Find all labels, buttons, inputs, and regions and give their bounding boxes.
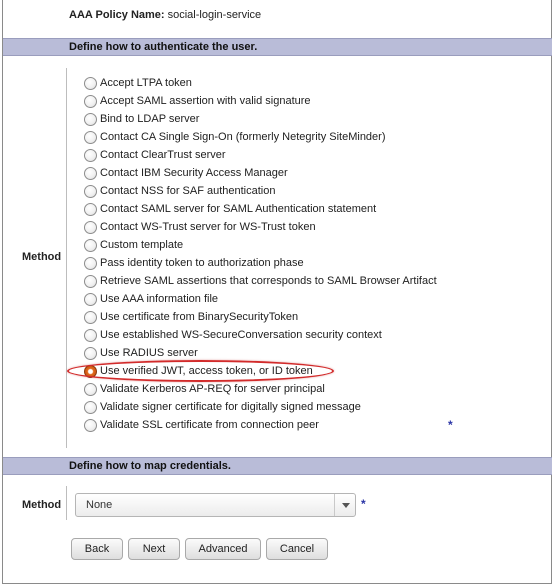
advanced-button[interactable]: Advanced <box>185 538 261 560</box>
radio-button[interactable] <box>84 328 97 342</box>
auth-method-option[interactable]: Validate Kerberos AP-REQ for server prin… <box>84 380 437 398</box>
radio-button[interactable] <box>84 256 97 270</box>
auth-method-option-label: Contact ClearTrust server <box>100 149 226 161</box>
section-map-credentials-title: Define how to map credentials. <box>69 460 231 472</box>
auth-method-option-label: Bind to LDAP server <box>100 113 200 125</box>
radio-button[interactable] <box>84 166 97 180</box>
auth-method-option-label: Validate signer certificate for digitall… <box>100 401 361 413</box>
auth-method-option-label: Contact WS-Trust server for WS-Trust tok… <box>100 221 316 233</box>
radio-button[interactable] <box>84 202 97 216</box>
auth-method-option-label: Contact NSS for SAF authentication <box>100 185 276 197</box>
auth-method-option[interactable]: Contact CA Single Sign-On (formerly Nete… <box>84 128 437 146</box>
map-method-select[interactable]: None <box>75 493 356 517</box>
radio-button[interactable] <box>84 274 97 288</box>
radio-button[interactable] <box>84 76 97 90</box>
auth-method-option-label: Custom template <box>100 239 184 251</box>
radio-button[interactable] <box>84 310 97 324</box>
auth-method-option[interactable]: Use AAA information file <box>84 290 437 308</box>
auth-method-option-label: Validate Kerberos AP-REQ for server prin… <box>100 383 325 395</box>
radio-button[interactable] <box>84 238 97 252</box>
radio-button[interactable] <box>84 184 97 198</box>
auth-method-option-label: Accept SAML assertion with valid signatu… <box>100 95 311 107</box>
radio-button[interactable] <box>84 148 97 162</box>
auth-method-option[interactable]: Retrieve SAML assertions that correspond… <box>84 272 437 290</box>
auth-method-option-label: Contact IBM Security Access Manager <box>100 167 288 179</box>
section-authenticate-header: Define how to authenticate the user. <box>3 38 552 56</box>
map-method-required-mark: * <box>361 497 366 511</box>
auth-method-option-label: Use RADIUS server <box>100 347 198 359</box>
policy-name: AAA Policy Name: social-login-service <box>69 9 261 21</box>
auth-method-required-mark: * <box>448 418 453 432</box>
auth-method-option[interactable]: Custom template <box>84 236 437 254</box>
radio-button[interactable] <box>84 346 97 360</box>
auth-method-option[interactable]: Contact ClearTrust server <box>84 146 437 164</box>
auth-method-option-label: Contact CA Single Sign-On (formerly Nete… <box>100 131 386 143</box>
cancel-button[interactable]: Cancel <box>266 538 328 560</box>
radio-button[interactable] <box>84 220 97 234</box>
auth-method-option[interactable]: Use certificate from BinarySecurityToken <box>84 308 437 326</box>
section-authenticate-title: Define how to authenticate the user. <box>69 41 258 53</box>
auth-method-option[interactable]: Validate signer certificate for digitall… <box>84 398 437 416</box>
policy-name-label: AAA Policy Name: <box>69 9 165 21</box>
radio-button[interactable] <box>84 112 97 126</box>
auth-method-option[interactable]: Contact SAML server for SAML Authenticat… <box>84 200 437 218</box>
chevron-down-icon <box>342 503 350 508</box>
auth-method-option[interactable]: Accept SAML assertion with valid signatu… <box>84 92 437 110</box>
auth-method-option[interactable]: Pass identity token to authorization pha… <box>84 254 437 272</box>
radio-button[interactable] <box>84 400 97 414</box>
auth-method-option-label: Accept LTPA token <box>100 77 192 89</box>
radio-button[interactable] <box>84 130 97 144</box>
auth-method-option-label: Retrieve SAML assertions that correspond… <box>100 275 437 287</box>
auth-method-option-label: Validate SSL certificate from connection… <box>100 419 319 431</box>
auth-method-option-label: Contact SAML server for SAML Authenticat… <box>100 203 377 215</box>
auth-method-option[interactable]: Contact WS-Trust server for WS-Trust tok… <box>84 218 437 236</box>
selection-highlight-annotation <box>67 360 334 382</box>
auth-method-option[interactable]: Use established WS-SecureConversation se… <box>84 326 437 344</box>
section-map-credentials-header: Define how to map credentials. <box>3 457 552 475</box>
auth-method-label: Method <box>22 251 62 263</box>
auth-method-option-label: Use established WS-SecureConversation se… <box>100 329 382 341</box>
auth-method-option[interactable]: Use RADIUS server <box>84 344 437 362</box>
policy-name-value: social-login-service <box>167 9 262 21</box>
radio-button[interactable] <box>84 292 97 306</box>
radio-button[interactable] <box>84 382 97 396</box>
auth-method-option-label: Pass identity token to authorization pha… <box>100 257 304 269</box>
method-divider-map <box>66 486 67 520</box>
auth-method-option-label: Use AAA information file <box>100 293 219 305</box>
map-method-label: Method <box>22 499 62 511</box>
auth-method-option[interactable]: Contact NSS for SAF authentication <box>84 182 437 200</box>
radio-button[interactable] <box>84 418 97 432</box>
auth-method-option[interactable]: Accept LTPA token <box>84 74 437 92</box>
auth-method-option[interactable]: Validate SSL certificate from connection… <box>84 416 437 434</box>
auth-method-option[interactable]: Bind to LDAP server <box>84 110 437 128</box>
auth-method-option[interactable]: Contact IBM Security Access Manager <box>84 164 437 182</box>
auth-method-option-label: Use certificate from BinarySecurityToken <box>100 311 299 323</box>
method-divider <box>66 68 67 448</box>
back-button[interactable]: Back <box>71 538 123 560</box>
radio-button[interactable] <box>84 94 97 108</box>
map-method-select-value: None <box>86 499 113 511</box>
next-button[interactable]: Next <box>128 538 180 560</box>
dropdown-arrow-button[interactable] <box>334 494 355 516</box>
